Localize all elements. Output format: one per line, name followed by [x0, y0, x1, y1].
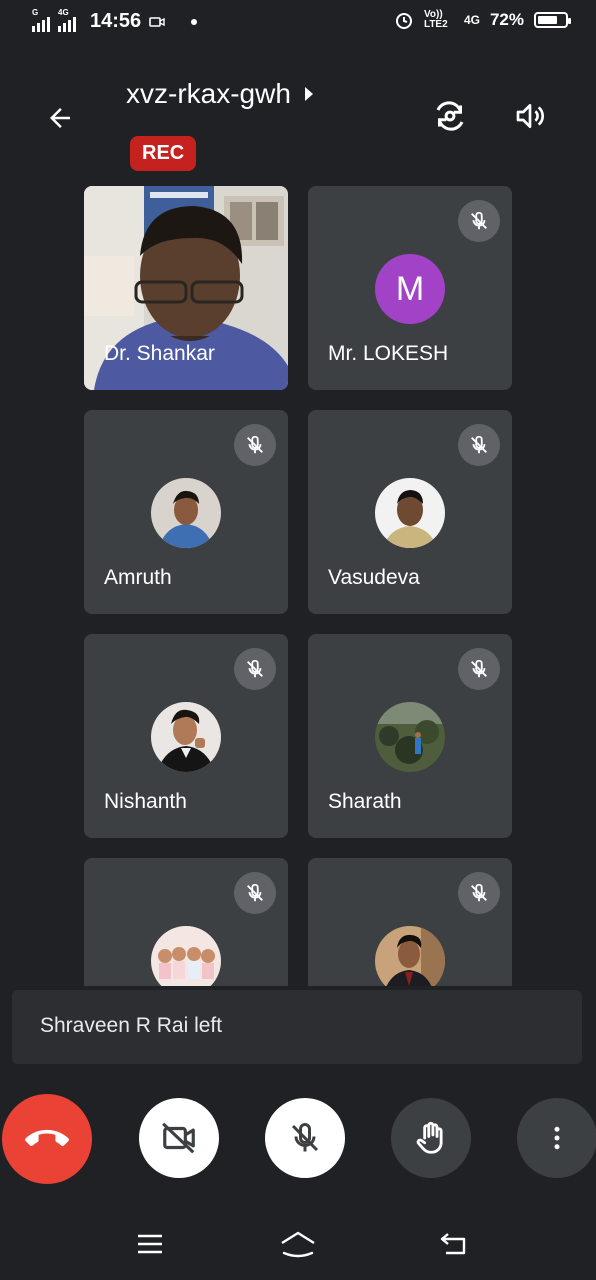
menu-icon [138, 1234, 162, 1254]
mic-off-icon [234, 872, 276, 914]
mic-off-icon [458, 200, 500, 242]
call-controls [0, 1094, 596, 1184]
switch-camera-icon [436, 101, 464, 131]
screen-record-icon [149, 16, 165, 27]
participant-tile[interactable]: Nishanth [84, 634, 288, 838]
participant-left-toast: Shraveen R Rai left [12, 990, 582, 1064]
participant-tile[interactable] [84, 858, 288, 986]
mic-off-icon [458, 872, 500, 914]
audio-output-button[interactable] [508, 94, 552, 138]
home-button[interactable] [276, 1224, 320, 1264]
participant-tile[interactable] [308, 858, 512, 986]
recents-button[interactable] [128, 1226, 172, 1262]
chevron-right-icon [304, 87, 313, 101]
mic-off-icon [234, 424, 276, 466]
alarm-icon [395, 13, 412, 29]
participant-grid[interactable]: Dr. Shankar M Mr. LOKESH Amruth Vasudeva… [84, 186, 512, 986]
camera-toggle-button[interactable] [139, 1098, 219, 1178]
notification-dot-icon [191, 18, 198, 25]
participant-name: Sharath [328, 790, 402, 813]
participant-tile[interactable]: Vasudeva [308, 410, 512, 614]
back-nav-button[interactable] [432, 1226, 476, 1262]
mic-off-icon [234, 648, 276, 690]
participant-avatar [375, 478, 445, 548]
mic-off-icon [291, 1122, 319, 1152]
participant-avatar [151, 702, 221, 772]
mic-off-icon [458, 424, 500, 466]
meeting-title[interactable]: xvz-rkax-gwh [126, 78, 315, 110]
back-button[interactable] [38, 96, 82, 140]
participant-tile[interactable]: Sharath [308, 634, 512, 838]
volte-label: Vo)) LTE2 [423, 9, 448, 30]
sim1-label: G [32, 7, 39, 17]
sim2-label: 4G [58, 7, 69, 17]
raise-hand-button[interactable] [391, 1098, 471, 1178]
switch-camera-button[interactable] [428, 94, 472, 138]
participant-avatar: M [375, 254, 445, 324]
battery-percent: 72% [489, 10, 524, 29]
back-icon [440, 1233, 466, 1255]
toast-message: Shraveen R Rai left [40, 1014, 223, 1037]
mic-off-icon [458, 648, 500, 690]
participant-name: Dr. Shankar [104, 342, 215, 365]
more-vert-icon [554, 1126, 560, 1150]
camera-off-icon [162, 1122, 195, 1154]
participant-name: Vasudeva [328, 566, 420, 589]
participant-avatar [151, 478, 221, 548]
battery-icon [534, 12, 571, 28]
end-call-button[interactable] [2, 1094, 92, 1184]
meeting-code: xvz-rkax-gwh [126, 78, 291, 109]
participant-tile[interactable]: M Mr. LOKESH [308, 186, 512, 390]
volume-icon [516, 104, 545, 128]
participant-name: Nishanth [104, 790, 187, 813]
network-label: 4G [463, 13, 480, 27]
recording-badge: REC [130, 136, 197, 171]
more-options-button[interactable] [517, 1098, 596, 1178]
end-call-icon [25, 1129, 69, 1147]
signal-sim1-icon: G [32, 8, 50, 32]
participant-tile[interactable]: Dr. Shankar [84, 186, 288, 390]
raise-hand-icon [416, 1121, 443, 1154]
status-bar: G 4G 14:56 Vo)) LTE2 4G 72% [0, 0, 596, 48]
system-nav-bar [0, 1210, 596, 1280]
participant-name: Amruth [104, 566, 172, 589]
participant-avatar [151, 926, 221, 986]
home-icon [281, 1231, 315, 1258]
participant-name: Mr. LOKESH [328, 342, 449, 365]
call-header: xvz-rkax-gwh REC [0, 70, 596, 171]
clock: 14:56 [90, 10, 142, 32]
arrow-back-icon [50, 108, 70, 128]
mic-toggle-button[interactable] [265, 1098, 345, 1178]
participant-avatar [375, 702, 445, 772]
participant-tile[interactable]: Amruth [84, 410, 288, 614]
signal-sim2-icon: 4G [58, 8, 76, 32]
participant-avatar [375, 926, 445, 986]
